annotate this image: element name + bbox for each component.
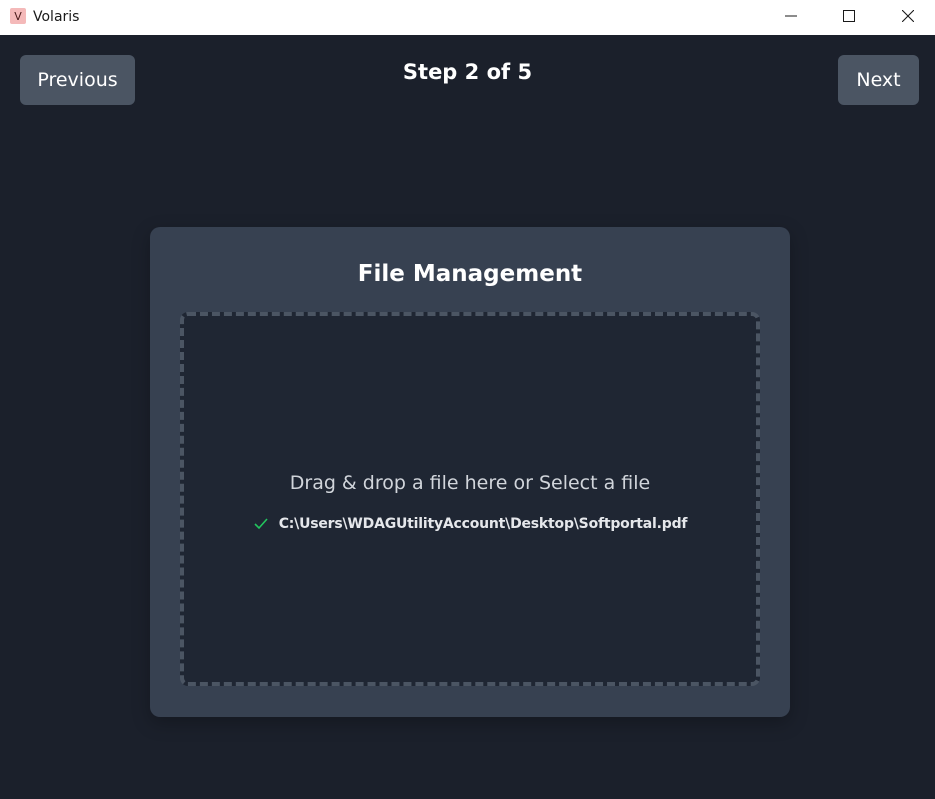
check-icon (253, 517, 269, 531)
minimize-icon (785, 15, 797, 17)
title-bar: V Volaris (0, 0, 935, 35)
close-button[interactable] (885, 0, 931, 32)
file-management-card: File Management Drag & drop a file here … (150, 227, 790, 717)
window-title: Volaris (33, 9, 80, 25)
minimize-button[interactable] (768, 0, 814, 32)
next-button[interactable]: Next (838, 55, 919, 105)
app-window: V Volaris Previous Step 2 of 5 Next File… (0, 0, 935, 799)
maximize-icon (843, 10, 855, 22)
dropzone-prompt: Drag & drop a file here or Select a file (289, 472, 651, 494)
selected-file-row: C:\Users\WDAGUtilityAccount\Desktop\Soft… (184, 516, 756, 532)
step-indicator: Step 2 of 5 (402, 60, 533, 84)
card-title: File Management (357, 261, 583, 287)
file-dropzone[interactable]: Drag & drop a file here or Select a file… (180, 312, 760, 686)
app-logo-icon: V (10, 8, 26, 24)
close-icon (902, 10, 914, 22)
maximize-button[interactable] (826, 0, 872, 32)
selected-file-path: C:\Users\WDAGUtilityAccount\Desktop\Soft… (278, 516, 688, 532)
